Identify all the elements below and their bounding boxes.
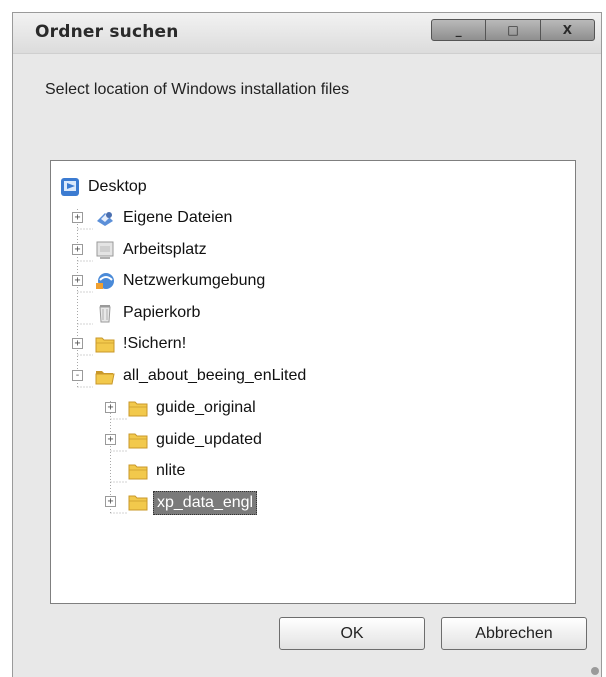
tree-item[interactable]: + Netzwerkumgebung: [51, 267, 571, 295]
window-controls: _ □ X: [431, 19, 595, 41]
tree-item-label: guide_updated: [156, 431, 262, 448]
folder-icon: [127, 429, 149, 451]
maximize-button[interactable]: □: [485, 19, 541, 41]
tree-item-label: !Sichern!: [123, 335, 187, 352]
folder-tree[interactable]: Desktop + Eigene Dateien + Arbeitsplatz + Netz…: [50, 160, 576, 604]
desktop-icon: [59, 176, 81, 198]
minimize-button[interactable]: _: [431, 19, 487, 41]
tree-item[interactable]: nlite: [51, 457, 571, 485]
tree-item[interactable]: + !Sichern!: [51, 330, 571, 358]
tree-item-label: nlite: [156, 462, 186, 479]
expand-toggle[interactable]: +: [105, 434, 116, 445]
network-icon: [94, 270, 116, 292]
cancel-button[interactable]: Abbrechen: [441, 617, 587, 650]
tree-item[interactable]: Papierkorb: [51, 299, 571, 327]
tree-item-label: Netzwerkumgebung: [123, 272, 266, 289]
dialog-title: Ordner suchen: [35, 22, 179, 42]
tree-item-label: Papierkorb: [123, 304, 201, 321]
expand-toggle[interactable]: +: [105, 496, 116, 507]
tree-item-label: all_about_beeing_enLited: [123, 367, 307, 384]
tree-item[interactable]: + xp_data_engl: [51, 488, 571, 516]
computer-icon: [94, 239, 116, 261]
folder-icon: [94, 333, 116, 355]
tree-item[interactable]: + guide_updated: [51, 426, 571, 454]
dialog-prompt: Select location of Windows installation …: [45, 81, 350, 98]
ok-button[interactable]: OK: [279, 617, 425, 650]
tree-item-label: Eigene Dateien: [123, 209, 233, 226]
folder-icon: [127, 397, 149, 419]
folder-icon: [127, 491, 149, 513]
recycle-bin-icon: [94, 302, 116, 324]
close-button[interactable]: X: [539, 19, 595, 41]
expand-toggle[interactable]: +: [105, 402, 116, 413]
collapse-toggle[interactable]: -: [72, 370, 83, 381]
tree-item-label: Arbeitsplatz: [123, 241, 207, 258]
tree-item[interactable]: Desktop: [51, 173, 571, 201]
my-documents-icon: [94, 207, 116, 229]
expand-toggle[interactable]: +: [72, 244, 83, 255]
tree-item[interactable]: + Eigene Dateien: [51, 204, 571, 232]
expand-toggle[interactable]: +: [72, 275, 83, 286]
title-bar[interactable]: Ordner suchen _ □ X: [13, 13, 601, 54]
tree-item-label: guide_original: [156, 399, 256, 416]
tree-item[interactable]: + Arbeitsplatz: [51, 236, 571, 264]
open-folder-icon: [94, 365, 116, 387]
tree-item[interactable]: - all_about_beeing_enLited: [51, 362, 571, 390]
expand-toggle[interactable]: +: [72, 212, 83, 223]
expand-toggle[interactable]: +: [72, 338, 83, 349]
resize-grip[interactable]: [591, 667, 599, 675]
tree-item-label: Desktop: [88, 178, 147, 195]
tree-item-label-selected: xp_data_engl: [153, 491, 258, 515]
folder-browse-dialog: Ordner suchen _ □ X Select location of W…: [12, 12, 602, 677]
folder-icon: [127, 460, 149, 482]
tree-item[interactable]: + guide_original: [51, 394, 571, 422]
